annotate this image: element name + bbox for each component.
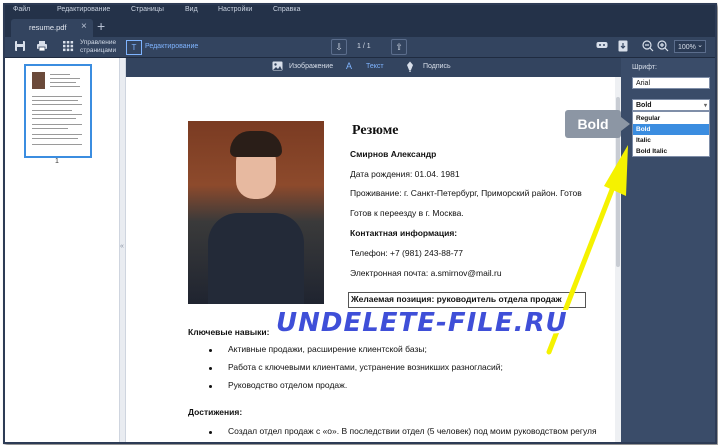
text-tool-button[interactable]: Текст xyxy=(366,63,384,70)
signature-tool-button[interactable]: Подпись xyxy=(423,63,451,70)
thumbnail-line xyxy=(32,144,82,145)
text-edit-icon[interactable]: T xyxy=(126,40,142,55)
style-option-italic[interactable]: Italic xyxy=(633,135,709,146)
font-label: Шрифт: xyxy=(632,64,657,71)
manage-pages-label-2: страницами xyxy=(80,46,117,54)
thumbnail-line xyxy=(32,104,82,105)
thumbnail-line xyxy=(32,114,82,115)
pen-signature-icon[interactable] xyxy=(406,61,414,74)
main-toolbar: Управление страницами T Редактирование ⇩… xyxy=(5,37,715,58)
print-icon[interactable] xyxy=(35,40,49,54)
chevron-down-icon: ⌄ xyxy=(697,42,703,49)
resume-residence[interactable]: Проживание: г. Санкт-Петербург, Приморск… xyxy=(350,188,582,198)
font-family-select[interactable]: Arial xyxy=(632,77,710,89)
bullet-icon xyxy=(209,367,212,370)
panel-splitter[interactable]: « xyxy=(119,58,126,442)
style-option-regular[interactable]: Regular xyxy=(633,113,709,124)
thumbnail-line xyxy=(50,86,80,87)
tab-label: resume.pdf xyxy=(29,23,67,32)
document-download-icon[interactable] xyxy=(616,40,629,53)
thumbnail-line xyxy=(50,82,76,83)
photo-hair xyxy=(230,131,282,157)
resume-birth[interactable]: Дата рождения: 01.04. 1981 xyxy=(350,169,460,179)
thumbnail-line xyxy=(50,74,70,75)
menu-file[interactable]: Файл xyxy=(13,6,30,13)
image-icon[interactable] xyxy=(272,61,283,73)
pdf-page: Резюме Смирнов Александр Дата рождения: … xyxy=(126,77,621,442)
thumbnail-line xyxy=(32,100,78,101)
next-page-down-icon[interactable]: ⇩ xyxy=(331,39,347,55)
zoom-out-icon[interactable] xyxy=(641,40,654,53)
gamepad-icon[interactable] xyxy=(595,40,608,53)
style-option-bold[interactable]: Bold xyxy=(633,124,709,135)
skill-item[interactable]: Работа с ключевыми клиентами, устранение… xyxy=(228,362,503,372)
callout-pointer xyxy=(621,117,630,131)
thumbnail-line xyxy=(32,134,82,135)
resume-phone[interactable]: Телефон: +7 (981) 243-88-77 xyxy=(350,248,463,258)
bullet-icon xyxy=(209,349,212,352)
bullet-icon xyxy=(209,431,212,434)
zoom-value: 100% xyxy=(678,44,696,51)
properties-panel: Шрифт: Arial Bold ▾ Regular Bold Italic … xyxy=(621,58,715,442)
resume-position[interactable]: Желаемая позиция: руководитель отдела пр… xyxy=(351,294,562,304)
menu-settings[interactable]: Настройки xyxy=(218,6,252,13)
font-style-value: Bold xyxy=(636,102,652,109)
add-tab-icon[interactable]: + xyxy=(97,18,105,34)
close-tab-icon[interactable]: × xyxy=(81,21,87,32)
edit-mode-button[interactable]: Редактирование xyxy=(145,43,198,50)
collapse-arrow-icon[interactable]: « xyxy=(120,243,124,250)
watermark-text: UNDELETE-FILE.RU xyxy=(276,308,568,338)
font-style-dropdown: Regular Bold Italic Bold Italic xyxy=(632,111,710,157)
thumbnail-line xyxy=(32,118,76,119)
thumbnail-line xyxy=(32,124,82,125)
resume-relocate[interactable]: Готов к переезду в г. Москва. xyxy=(350,208,464,218)
menu-edit[interactable]: Редактирование xyxy=(57,6,110,13)
skill-item[interactable]: Активные продажи, расширение клиентской … xyxy=(228,344,427,354)
font-style-select[interactable]: Bold ▾ xyxy=(632,99,710,111)
menu-help[interactable]: Справка xyxy=(273,6,300,13)
edit-subtoolbar: Изображение A Текст Подпись xyxy=(126,58,621,77)
thumbnail-line xyxy=(32,110,72,111)
achievements-heading[interactable]: Достижения: xyxy=(188,407,242,417)
skill-item[interactable]: Руководство отделом продаж. xyxy=(228,380,347,390)
thumbnail-line xyxy=(32,128,68,129)
tab-bar: resume.pdf × + xyxy=(5,17,715,37)
contacts-heading[interactable]: Контактная информация: xyxy=(350,228,457,238)
skills-heading[interactable]: Ключевые навыки: xyxy=(188,327,269,337)
app-window: Файл Редактирование Страницы Вид Настрой… xyxy=(3,3,717,444)
grid-pages-icon[interactable] xyxy=(61,40,75,54)
manage-pages-label-1: Управление xyxy=(80,39,117,46)
zoom-select[interactable]: 100% ⌄ xyxy=(674,40,706,53)
zoom-in-icon[interactable] xyxy=(656,40,669,53)
menu-pages[interactable]: Страницы xyxy=(131,6,164,13)
image-tool-button[interactable]: Изображение xyxy=(289,63,333,70)
manage-pages-button[interactable]: Управление страницами xyxy=(80,39,116,54)
thumbnail-photo xyxy=(32,72,45,89)
menu-bar: Файл Редактирование Страницы Вид Настрой… xyxy=(5,5,715,17)
style-option-bold-italic[interactable]: Bold Italic xyxy=(633,146,709,157)
thumbnail-line xyxy=(32,138,78,139)
prev-page-up-icon[interactable]: ⇧ xyxy=(391,39,407,55)
resume-title[interactable]: Резюме xyxy=(352,123,398,139)
document-area: Изображение A Текст Подпись Резюме Смирн… xyxy=(126,58,621,442)
bold-callout: Bold xyxy=(565,110,621,138)
photo-body xyxy=(208,213,304,304)
resume-email[interactable]: Электронная почта: a.smirnov@mail.ru xyxy=(350,268,502,278)
text-tool-icon[interactable]: A xyxy=(346,61,352,71)
tab-resume-pdf[interactable]: resume.pdf × xyxy=(11,19,93,37)
resume-name[interactable]: Смирнов Александр xyxy=(350,149,436,159)
page-counter: 1 / 1 xyxy=(357,43,371,50)
page-thumbnail[interactable] xyxy=(24,64,92,158)
thumbnail-line xyxy=(50,78,80,79)
save-icon[interactable] xyxy=(13,40,27,54)
bullet-icon xyxy=(209,385,212,388)
thumbnail-line xyxy=(32,96,82,97)
achievement-item[interactable]: Создал отдел продаж с «о». В последствии… xyxy=(228,426,597,436)
menu-view[interactable]: Вид xyxy=(185,6,198,13)
resume-photo xyxy=(188,121,324,304)
thumbnail-panel: 1 xyxy=(5,58,119,442)
thumbnail-page-number: 1 xyxy=(55,158,59,165)
